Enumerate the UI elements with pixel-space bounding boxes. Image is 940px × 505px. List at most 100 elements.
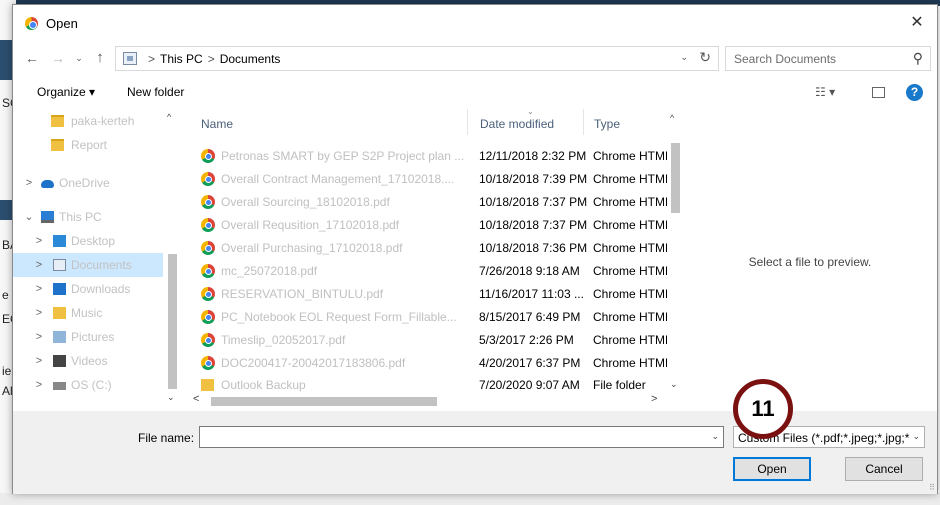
breadcrumb-separator: > xyxy=(148,52,156,66)
nav-item-report[interactable]: Report xyxy=(13,133,163,157)
nav-item-pictures[interactable]: > Pictures xyxy=(13,325,163,349)
file-type: Chrome HTML Document xyxy=(593,149,667,163)
nav-item-onedrive[interactable]: > OneDrive xyxy=(13,171,163,195)
forward-arrow-icon[interactable]: → xyxy=(47,44,69,72)
file-row[interactable]: Timeslip_02052017.pdf 5/3/2017 2:26 PM C… xyxy=(189,329,667,351)
nav-item-label: OS (C:) xyxy=(71,378,112,392)
preview-message: Select a file to preview. xyxy=(748,255,872,269)
scroll-left-icon[interactable]: < xyxy=(193,393,199,405)
scrollbar-thumb[interactable] xyxy=(671,143,680,213)
nav-item-os-c[interactable]: > OS (C:) xyxy=(13,373,163,397)
resize-grip-icon[interactable]: ⠿ xyxy=(929,483,935,492)
help-icon[interactable]: ? xyxy=(906,84,923,101)
nav-item-label: OneDrive xyxy=(59,176,110,190)
nav-item-this-pc[interactable]: ⌄ This PC xyxy=(13,205,163,229)
chrome-file-icon xyxy=(201,172,215,186)
nav-item-desktop[interactable]: > Desktop xyxy=(13,229,163,253)
file-name-label: File name: xyxy=(138,431,195,445)
nav-item-videos[interactable]: > Videos xyxy=(13,349,163,373)
file-row[interactable]: DOC200417-20042017183806.pdf 4/20/2017 6… xyxy=(189,352,667,374)
breadcrumb-documents[interactable]: Documents xyxy=(220,52,281,66)
preview-pane: Select a file to preview. xyxy=(683,109,937,409)
scrollbar-thumb[interactable] xyxy=(168,254,177,389)
file-name-input[interactable]: ⌄ xyxy=(199,426,724,448)
scroll-up-icon[interactable]: ^ xyxy=(670,113,674,123)
file-date: 4/20/2017 6:37 PM xyxy=(479,356,581,370)
expand-chevron-icon[interactable]: > xyxy=(33,349,45,373)
open-file-dialog: Open ✕ ← → ⌄ ↑ > This PC > Documents ⌄ ↻ Se… xyxy=(12,4,938,494)
dialog-footer: File name: ⌄ Custom Files (*.pdf;*.jpeg;… xyxy=(13,411,937,494)
nav-item-documents[interactable]: > Documents xyxy=(13,253,163,277)
open-button[interactable]: Open xyxy=(733,457,811,481)
file-row[interactable]: PC_Notebook EOL Request Form_Fillable...… xyxy=(189,306,667,328)
file-type-dropdown-icon[interactable]: ⌄ xyxy=(912,431,920,442)
file-list-horizontal-scrollbar[interactable]: < > xyxy=(189,393,667,409)
background-text: ie xyxy=(2,364,12,378)
close-icon[interactable]: ✕ xyxy=(897,5,937,41)
breadcrumb-this-pc[interactable]: This PC xyxy=(160,52,203,66)
file-row[interactable]: Overall Sourcing_18102018.pdf 10/18/2018… xyxy=(189,191,667,213)
column-header-name[interactable]: Name xyxy=(201,109,233,139)
address-dropdown-icon[interactable]: ⌄ xyxy=(680,52,688,63)
expand-chevron-icon[interactable]: > xyxy=(33,253,45,277)
organize-button[interactable]: Organize ▾ xyxy=(37,85,95,99)
chrome-file-icon xyxy=(201,333,215,347)
expand-chevron-icon[interactable]: > xyxy=(33,325,45,349)
expand-chevron-icon[interactable]: > xyxy=(33,229,45,253)
file-type: Chrome HTML Document xyxy=(593,333,667,347)
column-header-date-modified[interactable]: Date modified xyxy=(467,109,554,135)
scroll-down-icon[interactable]: ⌄ xyxy=(167,392,175,403)
file-list-vertical-scrollbar[interactable]: ^ ⌄ xyxy=(667,109,683,393)
folder-icon xyxy=(201,379,214,391)
chrome-file-icon xyxy=(201,149,215,163)
file-date: 11/16/2017 11:03 ... xyxy=(479,287,584,301)
nav-item-music[interactable]: > Music xyxy=(13,301,163,325)
file-name: Petronas SMART by GEP S2P Project plan .… xyxy=(221,149,465,163)
preview-pane-icon[interactable] xyxy=(872,87,885,98)
expand-chevron-icon[interactable]: > xyxy=(23,171,35,195)
file-row[interactable]: Overall Purchasing_17102018.pdf 10/18/20… xyxy=(189,237,667,259)
search-icon[interactable]: ⚲ xyxy=(913,50,923,67)
cancel-button[interactable]: Cancel xyxy=(845,457,923,481)
file-row[interactable]: Overall Requsition_17102018.pdf 10/18/20… xyxy=(189,214,667,236)
back-arrow-icon[interactable]: ← xyxy=(21,44,43,72)
scroll-up-icon[interactable]: ^ xyxy=(167,112,171,122)
recent-locations-chevron-icon[interactable]: ⌄ xyxy=(71,44,87,72)
file-row[interactable]: RESERVATION_BINTULU.pdf 11/16/2017 11:03… xyxy=(189,283,667,305)
address-bar[interactable]: > This PC > Documents ⌄ ↻ xyxy=(115,46,719,71)
file-row[interactable]: Overall Contract Management_17102018....… xyxy=(189,168,667,190)
expand-chevron-icon[interactable]: > xyxy=(33,301,45,325)
file-row[interactable]: mc_25072018.pdf 7/26/2018 9:18 AM Chrome… xyxy=(189,260,667,282)
chrome-file-icon xyxy=(201,264,215,278)
scroll-down-icon[interactable]: ⌄ xyxy=(670,379,678,390)
navigation-scrollbar[interactable]: ^ ⌄ xyxy=(165,109,179,409)
file-name-dropdown-icon[interactable]: ⌄ xyxy=(711,431,719,442)
new-folder-button[interactable]: New folder xyxy=(127,85,184,99)
nav-item-paka-kerteh[interactable]: paka-kerteh xyxy=(13,109,163,133)
scroll-right-icon[interactable]: > xyxy=(651,393,657,405)
column-header-type[interactable]: Type xyxy=(583,109,620,135)
chrome-file-icon xyxy=(201,241,215,255)
pc-icon xyxy=(41,211,54,223)
search-input[interactable]: Search Documents ⚲ xyxy=(725,46,931,71)
file-name: PC_Notebook EOL Request Form_Fillable... xyxy=(221,310,457,324)
refresh-icon[interactable]: ↻ xyxy=(699,49,711,66)
file-name: Timeslip_02052017.pdf xyxy=(221,333,346,347)
address-row: ← → ⌄ ↑ > This PC > Documents ⌄ ↻ Search Do… xyxy=(13,44,937,74)
collapse-chevron-icon[interactable]: ⌄ xyxy=(23,205,35,229)
breadcrumb: > This PC > Documents xyxy=(143,52,280,66)
expand-chevron-icon[interactable]: > xyxy=(33,373,45,397)
file-row[interactable]: Petronas SMART by GEP S2P Project plan .… xyxy=(189,145,667,167)
change-view-icon[interactable]: ☷ ▾ xyxy=(815,85,855,99)
search-placeholder: Search Documents xyxy=(734,52,837,66)
nav-item-downloads[interactable]: > Downloads xyxy=(13,277,163,301)
expand-chevron-icon[interactable]: > xyxy=(33,277,45,301)
dialog-titlebar[interactable]: Open ✕ xyxy=(13,5,937,41)
chrome-file-icon xyxy=(201,310,215,324)
up-arrow-icon[interactable]: ↑ xyxy=(89,44,111,72)
file-list: ⌄ Name Date modified Type Petronas SMART… xyxy=(189,109,683,409)
breadcrumb-separator: > xyxy=(207,52,215,66)
scrollbar-thumb[interactable] xyxy=(211,397,437,406)
file-type: Chrome HTML Document xyxy=(593,264,667,278)
nav-item-label: Videos xyxy=(71,354,108,368)
